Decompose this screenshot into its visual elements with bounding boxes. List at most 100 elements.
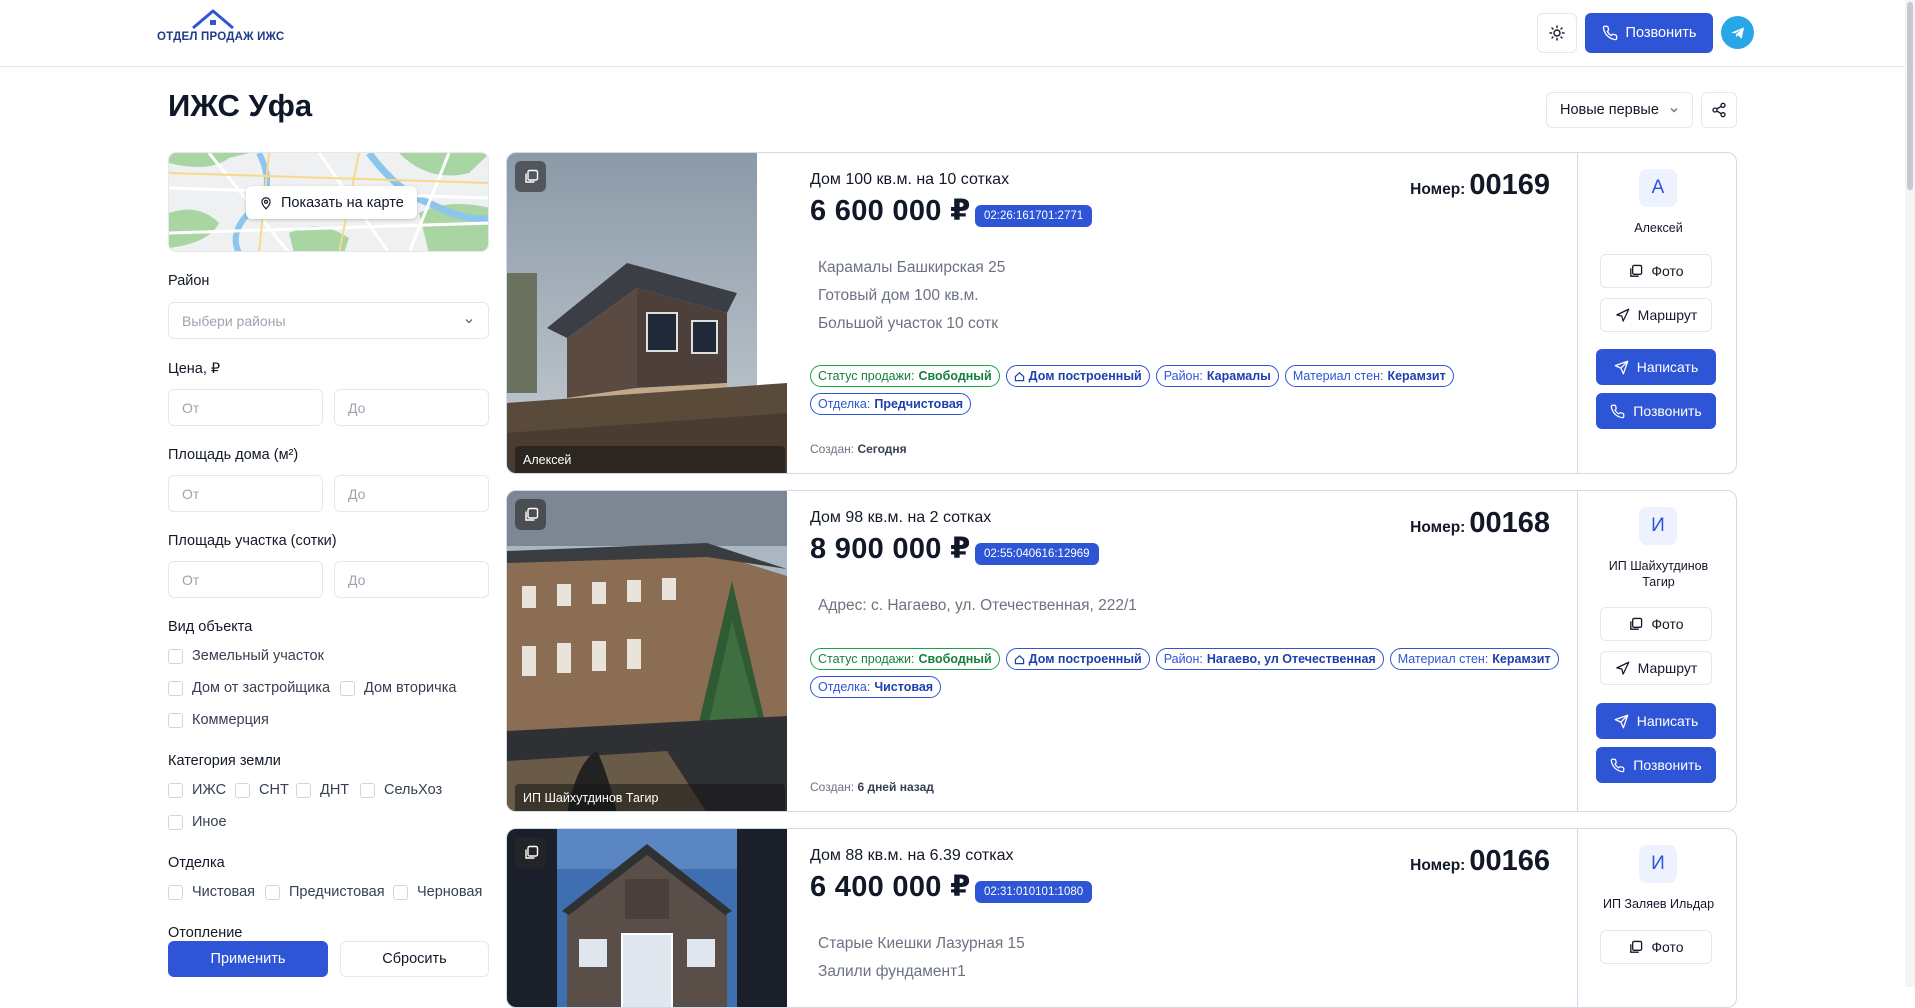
- checkbox-developer-house[interactable]: Дом от застройщика: [168, 680, 330, 696]
- chevron-down-icon: [1670, 108, 1678, 113]
- tag-value: Нагаево, ул Отечественная: [1206, 652, 1376, 666]
- checkbox-box[interactable]: [168, 648, 183, 664]
- checkbox-box[interactable]: [265, 884, 280, 900]
- checkbox-other[interactable]: Иное: [168, 814, 227, 830]
- logo[interactable]: ОТДЕЛ ПРОДАЖ ИЖС: [157, 8, 284, 54]
- listing-number-label: Номер:: [1410, 181, 1466, 198]
- write-button[interactable]: Написать: [1596, 703, 1716, 739]
- checkbox-label: Коммерция: [192, 712, 269, 728]
- checkbox-box[interactable]: [168, 712, 183, 728]
- agent-panel: И ИП Заляев Ильдар Фото: [1577, 829, 1736, 1007]
- cadastral-number-badge[interactable]: 02:26:161701:2771: [975, 205, 1093, 227]
- house-area-to-input[interactable]: [334, 475, 489, 512]
- listing-description-line: Старые Киешки Лазурная 15: [818, 935, 1025, 952]
- house-area-label: Площадь дома (м²): [168, 447, 299, 463]
- price-from-input[interactable]: [168, 389, 323, 426]
- tag-key: Район:: [1163, 369, 1203, 383]
- listing-description-line: Залили фундамент1: [818, 963, 966, 980]
- checkbox-box[interactable]: [168, 814, 183, 830]
- header-call-label: Позвонить: [1625, 25, 1697, 41]
- checkbox-box[interactable]: [168, 884, 183, 900]
- checkbox-commercial[interactable]: Коммерция: [168, 712, 269, 728]
- checkbox-dnt[interactable]: ДНТ: [296, 782, 349, 798]
- listing-title[interactable]: Дом 98 кв.м. на 2 сотках: [810, 509, 991, 527]
- listing-number-label: Номер:: [1410, 857, 1466, 874]
- cadastral-number-badge[interactable]: 02:55:040616:12969: [975, 543, 1099, 565]
- avatar: И: [1639, 845, 1677, 883]
- price-to-input[interactable]: [334, 389, 489, 426]
- checkbox-snt[interactable]: СНТ: [235, 782, 289, 798]
- listing-card[interactable]: ИП Шайхутдинов Тагир Дом 98 кв.м. на 2 с…: [506, 490, 1737, 812]
- header-call-button[interactable]: Позвонить: [1585, 13, 1713, 53]
- checkbox-agricultural[interactable]: СельХоз: [360, 782, 442, 798]
- gallery-button[interactable]: [515, 161, 546, 192]
- call-button[interactable]: Позвонить: [1596, 393, 1716, 429]
- checkbox-box[interactable]: [168, 782, 183, 798]
- share-icon: [1712, 102, 1726, 118]
- sale-status-tag: Статус продажи: Свободный: [810, 365, 1000, 387]
- theme-toggle-button[interactable]: [1537, 13, 1577, 53]
- photo-button[interactable]: Фото: [1600, 930, 1712, 964]
- gallery-button[interactable]: [515, 837, 546, 868]
- house-area-from-input[interactable]: [168, 475, 323, 512]
- district-label: Район: [168, 273, 210, 289]
- object-type-tag: Дом построенный: [1005, 648, 1150, 670]
- photo-button[interactable]: Фото: [1600, 254, 1712, 288]
- checkbox-label: Дом вторичка: [364, 680, 457, 696]
- plot-area-to-input[interactable]: [334, 561, 489, 598]
- sort-select[interactable]: Новые первые: [1546, 92, 1693, 128]
- top-header: ОТДЕЛ ПРОДАЖ ИЖС Позвонить: [0, 0, 1915, 67]
- telegram-button[interactable]: [1721, 16, 1754, 49]
- show-on-map-button[interactable]: Показать на карте: [246, 186, 417, 219]
- checkbox-box[interactable]: [360, 782, 375, 798]
- agent-name-line: ИП Шайхутдинов: [1608, 559, 1709, 573]
- checkbox-izhs[interactable]: ИЖС: [168, 782, 226, 798]
- object-type-tag: Дом построенный: [1005, 365, 1150, 387]
- gallery-icon: [524, 169, 538, 183]
- plot-area-from-input[interactable]: [168, 561, 323, 598]
- apply-filters-button[interactable]: Применить: [168, 941, 328, 977]
- write-button[interactable]: Написать: [1596, 349, 1716, 385]
- checkbox-finish-preclean[interactable]: Предчистовая: [265, 884, 385, 900]
- listing-card[interactable]: Дом 88 кв.м. на 6.39 сотках 6 400 000 ₽ …: [506, 828, 1737, 1008]
- house-photo-image: [507, 153, 787, 473]
- listing-description-line: Адрес: с. Нагаево, ул. Отечественная, 22…: [818, 597, 1137, 614]
- gallery-icon: [524, 507, 538, 521]
- checkbox-finish-rough[interactable]: Черновая: [393, 884, 482, 900]
- sale-status-tag: Статус продажи: Свободный: [810, 648, 1000, 670]
- route-button[interactable]: Маршрут: [1600, 651, 1712, 685]
- gallery-icon: [1630, 264, 1643, 277]
- scrollbar-thumb[interactable]: [1907, 2, 1913, 190]
- checkbox-secondary-house[interactable]: Дом вторичка: [340, 680, 456, 696]
- listing-card[interactable]: Алексей Дом 100 кв.м. на 10 сотках 6 600…: [506, 152, 1737, 474]
- reset-filters-button[interactable]: Сбросить: [340, 941, 489, 977]
- gallery-icon: [1630, 940, 1643, 953]
- route-button[interactable]: Маршрут: [1600, 298, 1712, 332]
- cadastral-number-badge[interactable]: 02:31:010101:1080: [975, 881, 1093, 903]
- checkbox-land-plot[interactable]: Земельный участок: [168, 648, 324, 664]
- call-button[interactable]: Позвонить: [1596, 747, 1716, 783]
- listing-title[interactable]: Дом 100 кв.м. на 10 сотках: [810, 171, 1009, 189]
- district-select[interactable]: Выбери районы: [168, 302, 489, 339]
- gallery-button[interactable]: [515, 499, 546, 530]
- checkbox-box[interactable]: [340, 680, 355, 696]
- checkbox-box[interactable]: [393, 884, 408, 900]
- page-title: ИЖС Уфа: [168, 88, 313, 123]
- share-button[interactable]: [1701, 92, 1737, 128]
- gallery-icon: [524, 845, 538, 859]
- home-icon: [1014, 371, 1024, 381]
- checkbox-box[interactable]: [296, 782, 311, 798]
- map-preview[interactable]: Показать на карте: [168, 152, 489, 252]
- checkbox-box[interactable]: [168, 680, 183, 696]
- listing-photo[interactable]: [507, 829, 787, 1007]
- listing-photo[interactable]: Алексей: [507, 153, 787, 473]
- checkbox-box[interactable]: [235, 782, 250, 798]
- checkbox-label: СНТ: [259, 782, 289, 798]
- listing-photo[interactable]: ИП Шайхутдинов Тагир: [507, 491, 787, 811]
- listing-title[interactable]: Дом 88 кв.м. на 6.39 сотках: [810, 847, 1014, 865]
- photo-button[interactable]: Фото: [1600, 607, 1712, 641]
- tag-key: Материал стен:: [1292, 369, 1384, 383]
- land-category-label: Категория земли: [168, 753, 281, 769]
- checkbox-finish-clean[interactable]: Чистовая: [168, 884, 255, 900]
- phone-icon: [1602, 25, 1617, 41]
